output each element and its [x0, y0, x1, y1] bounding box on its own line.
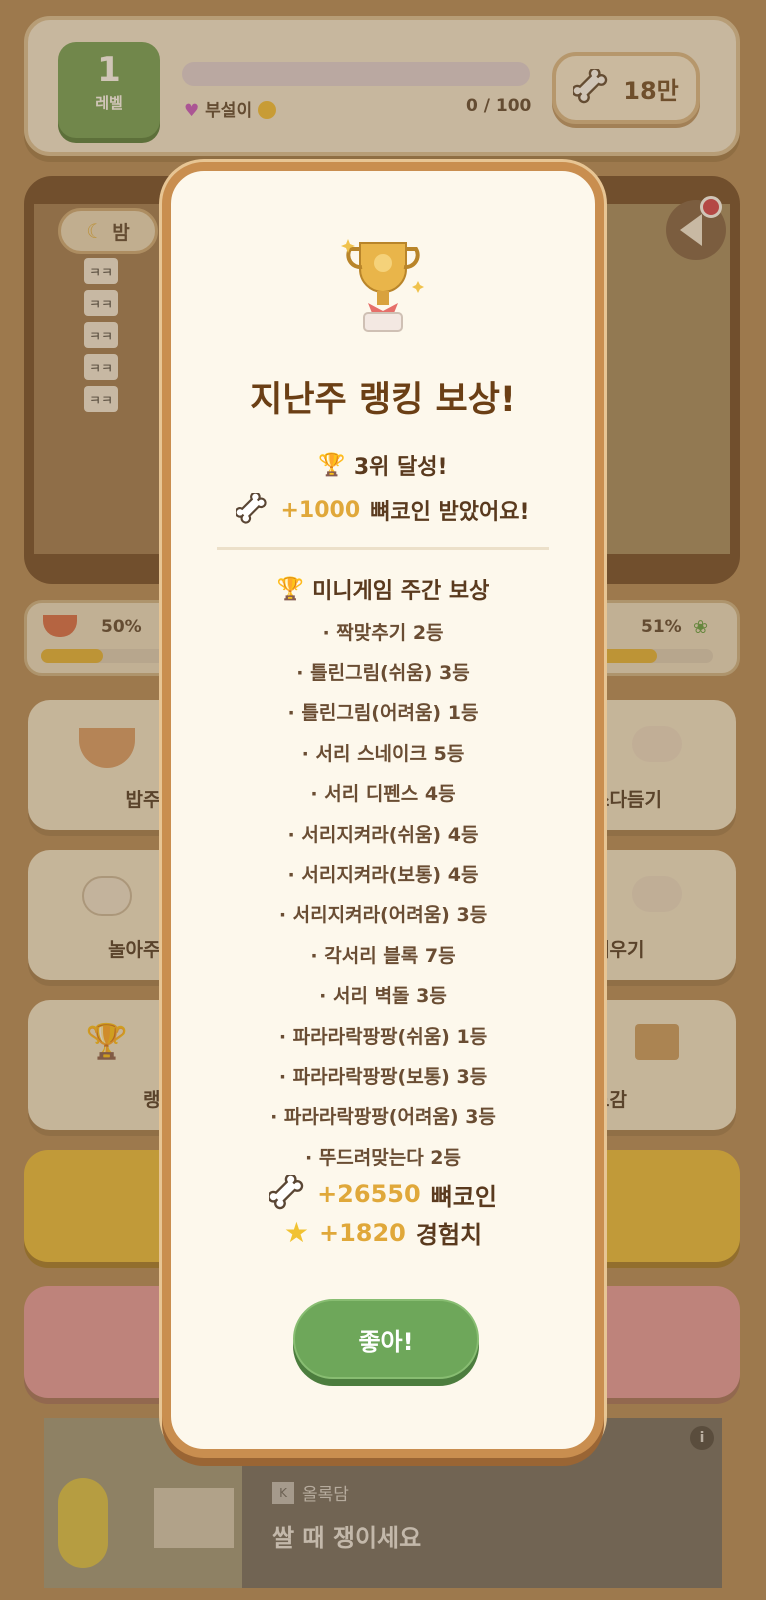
list-item: · 서리지켜라(어려움) 3등 [278, 904, 488, 927]
minigame-rewards-list: · 짝맞추기 2등 · 틀린그림(쉬움) 3등 · 틀린그림(어려움) 1등 ·… [171, 611, 595, 1176]
list-item: · 각서리 블록 7등 [310, 944, 456, 967]
list-item: · 파라라락팡팡(쉬움) 1등 [278, 1025, 488, 1048]
minigame-rewards-heading: 🏆 미니게임 주간 보상 [171, 573, 595, 605]
list-item: · 틀린그림(쉬움) 3등 [296, 662, 470, 685]
rank-result-text: 3위 달성! [353, 455, 448, 480]
modal-title: 지난주 랭킹 보상! [250, 380, 516, 420]
list-item: · 서리 스네이크 5등 [301, 742, 465, 765]
rank-coin-amount: +1000 [280, 497, 361, 523]
list-item: · 서리지켜라(쉬움) 4등 [287, 823, 479, 846]
list-item: · 파라라락팡팡(보통) 3등 [278, 1065, 488, 1088]
trophy-icon: 🏆 [318, 452, 346, 478]
total-coin-reward-line: +26550 뼈코인 [171, 1175, 595, 1213]
minigame-rewards-title: 미니게임 주간 보상 [312, 579, 490, 604]
list-item: · 틀린그림(어려움) 1등 [287, 702, 479, 725]
total-coin-label: 뼈코인 [430, 1182, 497, 1211]
list-item: · 파라라락팡팡(어려움) 3등 [270, 1106, 496, 1129]
list-item: · 서리지켜라(보통) 4등 [287, 864, 479, 887]
confirm-button[interactable]: 좋아! [293, 1299, 479, 1379]
list-item: · 서리 디펜스 4등 [310, 783, 456, 806]
bone-icon [236, 493, 267, 524]
total-exp-amount: +1820 [318, 1218, 406, 1247]
total-coin-amount: +26550 [317, 1180, 421, 1208]
rank-result-line: 🏆 3위 달성! [171, 449, 595, 481]
trophy-icon: 🏆 [276, 576, 305, 602]
trophy-icon [338, 233, 428, 345]
star-icon: ★ [283, 1216, 309, 1249]
bone-icon [269, 1175, 304, 1210]
modal-divider [217, 547, 549, 550]
weekly-ranking-reward-modal: 지난주 랭킹 보상! 🏆 3위 달성! +1000 뼈코인 받았어요! 🏆 미니… [162, 162, 604, 1458]
list-item: · 뚜드려맞는다 2등 [304, 1146, 462, 1169]
rank-coin-line: +1000 뼈코인 받았어요! [171, 493, 595, 527]
rank-coin-text: 뼈코인 받았어요! [370, 500, 530, 525]
total-exp-reward-line: ★ +1820 경험치 [171, 1215, 595, 1250]
list-item: · 서리 벽돌 3등 [319, 985, 447, 1008]
app-screen: 1 레벨 ♥ 부설이 0 / 100 18만 ☾ 밤 ㅋㅋ ㅋㅋ ㅋㅋ ㅋㅋ ㅋ… [0, 0, 766, 1600]
list-item: · 짝맞추기 2등 [322, 621, 444, 644]
total-exp-label: 경험치 [415, 1221, 483, 1249]
